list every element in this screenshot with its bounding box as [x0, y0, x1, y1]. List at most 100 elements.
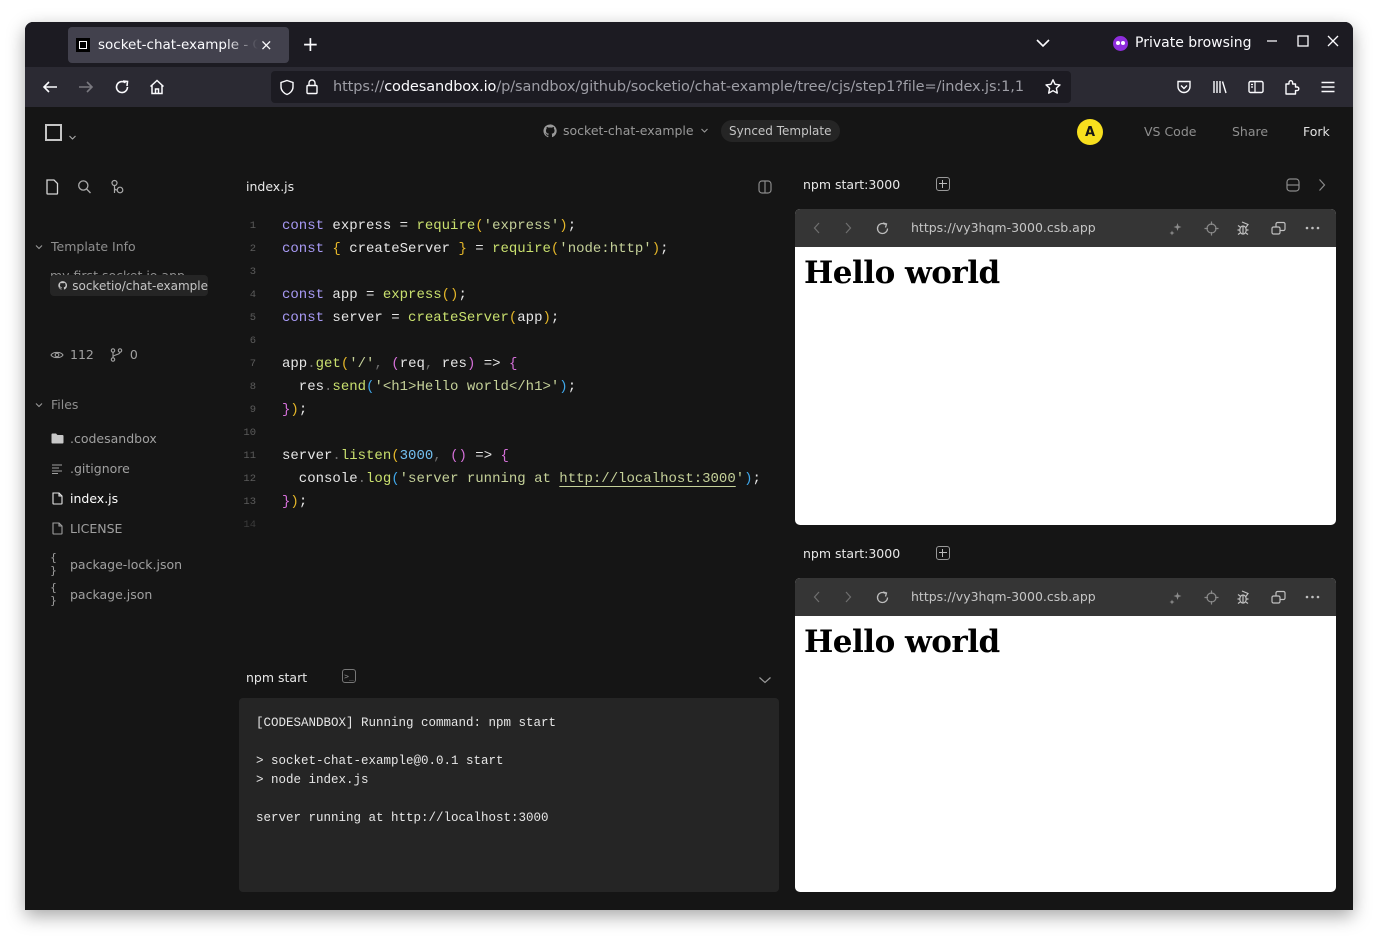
explorer-file-icon[interactable]: [45, 179, 59, 199]
project-name-dropdown[interactable]: socket-chat-example: [543, 123, 709, 138]
preview-refresh-icon[interactable]: [874, 589, 890, 605]
file-item-gitignore[interactable]: .gitignore: [50, 461, 130, 476]
code-line[interactable]: 10: [238, 421, 783, 444]
preview-forward-icon[interactable]: [840, 589, 856, 605]
template-info-section-toggle[interactable]: Template Info: [35, 239, 136, 254]
file-item-package-lock-json[interactable]: { } package-lock.json: [50, 551, 182, 577]
preview-tab[interactable]: npm start:3000: [803, 546, 900, 561]
code-token: '<h1>Hello world</h1>': [374, 378, 560, 395]
preview-url[interactable]: https://vy3hqm-3000.csb.app: [911, 220, 1096, 235]
browser-tab[interactable]: socket-chat-example - CodeSandbox ×: [68, 27, 289, 63]
minimize-button[interactable]: [1265, 34, 1279, 52]
file-item-package-json[interactable]: { } package.json: [50, 581, 152, 607]
add-preview-icon[interactable]: [936, 177, 950, 191]
lock-icon[interactable]: [305, 78, 319, 99]
editor-tab-index-js[interactable]: index.js: [246, 179, 294, 194]
preview-heading: Hello world: [804, 255, 1000, 291]
source-control-icon[interactable]: [110, 179, 125, 199]
codesandbox-logo-icon[interactable]: [45, 124, 62, 141]
devtools-bug-icon[interactable]: [1236, 220, 1252, 236]
code-line[interactable]: 5 const server = createServer(app);: [238, 306, 783, 329]
file-name: .codesandbox: [70, 431, 157, 446]
code-editor[interactable]: 1 const express = require('express'); 2 con…: [238, 214, 783, 536]
preview-forward-icon[interactable]: [840, 220, 856, 236]
file-item-index-js[interactable]: index.js: [50, 491, 118, 506]
preview-content[interactable]: Hello world: [795, 247, 1336, 299]
hamburger-menu-icon[interactable]: [1318, 77, 1338, 97]
devtools-bug-icon[interactable]: [1236, 589, 1252, 605]
file-item-codesandbox[interactable]: .codesandbox: [50, 431, 157, 446]
crosshair-inspect-icon[interactable]: [1203, 589, 1219, 605]
preview-back-icon[interactable]: [809, 589, 825, 605]
open-in-new-window-icon[interactable]: [1270, 589, 1286, 605]
terminal-output[interactable]: [CODESANDBOX] Running command: npm start…: [239, 698, 779, 892]
collapse-terminal-chevron-icon[interactable]: [758, 670, 772, 689]
code-line[interactable]: 12 console.log('server running at http:/…: [238, 467, 783, 490]
code-token: send: [332, 378, 367, 395]
preview-tab[interactable]: npm start:3000: [803, 177, 900, 192]
vscode-button[interactable]: VS Code: [1144, 124, 1196, 139]
extensions-puzzle-icon[interactable]: [1282, 77, 1302, 97]
maximize-button[interactable]: [1296, 34, 1310, 52]
split-horizontal-icon[interactable]: [1286, 177, 1300, 196]
code-line[interactable]: 9});: [238, 398, 783, 421]
open-in-new-window-icon[interactable]: [1270, 220, 1286, 236]
github-repo-link[interactable]: socketio/chat-example: [50, 275, 208, 296]
file-item-license[interactable]: LICENSE: [50, 521, 122, 536]
sparkle-icon[interactable]: [1167, 220, 1183, 236]
crosshair-inspect-icon[interactable]: [1203, 220, 1219, 236]
tab-close-icon[interactable]: ×: [260, 36, 273, 54]
preview-refresh-icon[interactable]: [874, 220, 890, 236]
code-token: app: [282, 355, 308, 372]
collapse-panel-chevron-right-icon[interactable]: [1317, 177, 1327, 196]
files-section-toggle[interactable]: Files: [35, 397, 78, 412]
private-browsing-label: Private browsing: [1135, 35, 1252, 51]
new-tab-button[interactable]: +: [302, 32, 319, 56]
code-line[interactable]: 3: [238, 260, 783, 283]
code-line[interactable]: 8 res.send('<h1>Hello world</h1>');: [238, 375, 783, 398]
address-bar[interactable]: https://codesandbox.io/p/sandbox/github/…: [271, 71, 1071, 103]
forward-button[interactable]: [76, 77, 96, 97]
more-options-icon[interactable]: [1304, 220, 1320, 236]
code-line[interactable]: 1 const express = require('express');: [238, 214, 783, 237]
share-button[interactable]: Share: [1232, 124, 1268, 139]
back-button[interactable]: [40, 77, 60, 97]
search-icon[interactable]: [77, 179, 92, 199]
tracking-protection-shield-icon[interactable]: [279, 79, 295, 100]
logo-menu-chevron-icon[interactable]: [68, 127, 77, 146]
fork-count: 0: [129, 347, 138, 362]
avatar[interactable]: A: [1077, 119, 1103, 145]
list-all-tabs-chevron-icon[interactable]: [1035, 34, 1051, 53]
code-text: server.listen(3000, () => {: [282, 448, 509, 464]
preview-back-icon[interactable]: [809, 220, 825, 236]
close-window-button[interactable]: [1326, 34, 1340, 52]
template-info-title: Template Info: [51, 239, 136, 254]
library-icon[interactable]: [1210, 77, 1230, 97]
code-line[interactable]: 6: [238, 329, 783, 352]
code-line[interactable]: 14: [238, 513, 783, 536]
code-line[interactable]: 2 const { createServer } = require('node:…: [238, 237, 783, 260]
add-preview-icon[interactable]: [936, 546, 950, 560]
code-token: ,: [424, 355, 442, 372]
code-line[interactable]: 13});: [238, 490, 783, 513]
url-text[interactable]: https://codesandbox.io/p/sandbox/github/…: [333, 79, 1024, 95]
bookmark-star-icon[interactable]: [1044, 78, 1062, 100]
fork-button[interactable]: Fork: [1303, 124, 1330, 139]
reload-button[interactable]: [112, 77, 132, 97]
sparkle-icon[interactable]: [1167, 589, 1183, 605]
pocket-icon[interactable]: [1174, 77, 1194, 97]
code-token: ): [559, 378, 568, 395]
split-editor-icon[interactable]: [758, 179, 772, 198]
code-line[interactable]: 4 const app = express();: [238, 283, 783, 306]
home-button[interactable]: [147, 77, 167, 97]
code-token: 3000: [399, 447, 434, 464]
sidebar-toggle-icon[interactable]: [1246, 77, 1266, 97]
preview-url[interactable]: https://vy3hqm-3000.csb.app: [911, 589, 1096, 604]
more-options-icon[interactable]: [1304, 589, 1320, 605]
preview-content[interactable]: Hello world: [795, 616, 1336, 668]
terminal-tab[interactable]: npm start: [246, 670, 307, 685]
terminal-prompt-icon[interactable]: >_: [342, 669, 356, 683]
code-line[interactable]: 7 app.get('/', (req, res) => {: [238, 352, 783, 375]
code-line[interactable]: 11 server.listen(3000, () => {: [238, 444, 783, 467]
code-token: =: [466, 240, 493, 257]
